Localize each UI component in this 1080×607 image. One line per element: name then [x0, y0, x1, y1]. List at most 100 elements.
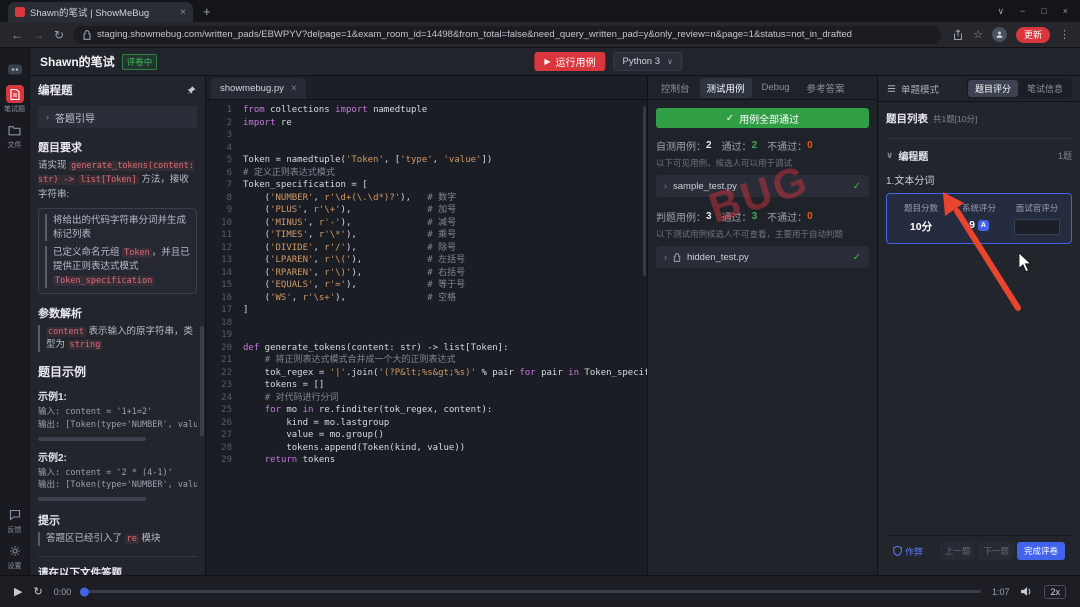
code-line[interactable]: 17]	[206, 304, 647, 317]
editor-tab[interactable]: showmebug.py ×	[211, 78, 306, 99]
playback-bar: ▶ ↻ 0:00 1:07 2x	[0, 575, 1080, 607]
code-line[interactable]: 22 tok_regex = '|'.join('(?P&lt;%s&gt;%s…	[206, 367, 647, 380]
tab-close-icon[interactable]: ×	[180, 7, 186, 18]
interviewer-score-label: 面试官评分	[1015, 203, 1059, 213]
rail-item-label: 反馈	[7, 527, 22, 534]
list-mode-icon	[887, 85, 896, 92]
question-name[interactable]: 1.文本分词	[886, 172, 1072, 187]
test-panel-tab[interactable]: 测试用例	[699, 77, 752, 98]
question-group-toggle[interactable]: ∨ 编程题 1题	[886, 138, 1072, 163]
minimize-button[interactable]: −	[1020, 6, 1025, 17]
next-question-button[interactable]: 下一题	[978, 542, 1014, 560]
code-line[interactable]: 20 def generate_tokens(content: str) -> l…	[206, 342, 647, 355]
test-panel-tab[interactable]: Debug	[755, 79, 797, 96]
code-line[interactable]: 23 tokens = []	[206, 379, 647, 392]
chevron-right-icon: ›	[664, 181, 667, 191]
code-line[interactable]: 7 Token_specification = [	[206, 179, 647, 192]
chrome-dropdown-icon[interactable]: ∨	[997, 6, 1004, 17]
horizontal-scrollbar[interactable]	[38, 497, 147, 502]
browser-tab[interactable]: Shawn的笔试 | ShowMeBug ×	[8, 2, 193, 22]
code-line[interactable]: 3	[206, 129, 647, 142]
play-button[interactable]: ▶	[14, 585, 22, 598]
horizontal-scrollbar[interactable]	[38, 436, 147, 441]
share-icon[interactable]	[952, 28, 964, 41]
grading-tab[interactable]: 题目评分	[967, 80, 1018, 97]
back-icon[interactable]: ←	[10, 28, 24, 42]
code-line[interactable]: 9 ('PLUS', r'\+'), # 加号	[206, 204, 647, 217]
scrollbar-thumb[interactable]	[643, 106, 646, 276]
code-line[interactable]: 11 ('TIMES', r'\*'), # 乘号	[206, 229, 647, 242]
code-line[interactable]: 8 ('NUMBER', r'\d+(\.\d*)?'), # 数字	[206, 192, 647, 205]
replay-icon[interactable]: ↻	[33, 585, 42, 598]
new-tab-button[interactable]: +	[203, 4, 211, 19]
rail-item-written-test[interactable]: 笔试题	[4, 85, 25, 114]
speed-button[interactable]: 2x	[1044, 584, 1066, 599]
playback-track[interactable]	[80, 587, 981, 596]
close-icon[interactable]: ×	[291, 83, 297, 94]
code-line[interactable]: 10 ('MINUS', r'-'), # 减号	[206, 217, 647, 230]
interviewer-score-input[interactable]	[1014, 219, 1060, 235]
playback-handle[interactable]	[80, 587, 90, 596]
browser-menu-icon[interactable]: ⋮	[1059, 28, 1070, 41]
code-body[interactable]: 1 from collections import namedtuple 2 impo…	[206, 100, 647, 575]
prev-question-button[interactable]: 上一题	[939, 542, 976, 560]
run-cases-button[interactable]: ▶ 运行用例	[534, 52, 606, 71]
code-line[interactable]: 29 return tokens	[206, 454, 647, 467]
rail-item-app-logo[interactable]	[4, 60, 25, 78]
bookmark-star-icon[interactable]: ☆	[973, 28, 983, 41]
divider	[38, 555, 197, 557]
code-line[interactable]: 13 ('LPAREN', r'\('), # 左括号	[206, 254, 647, 267]
left-rail: 笔试题文件 反馈设置	[0, 48, 30, 575]
browser-update-button[interactable]: 更新	[1015, 26, 1050, 43]
rail-item-settings[interactable]: 设置	[6, 542, 24, 571]
cheat-report-link[interactable]: 作弊	[893, 545, 923, 558]
scrollbar-thumb[interactable]	[200, 326, 204, 436]
line-number: 12	[221, 242, 232, 253]
code-line[interactable]: 27 value = mo.group()	[206, 429, 647, 442]
speaker-icon[interactable]	[1020, 586, 1033, 597]
rail-item-label: 笔试题	[4, 106, 25, 113]
code-line[interactable]: 6 # 定义正则表达式模式	[206, 167, 647, 180]
code-line[interactable]: 26 kind = mo.lastgroup	[206, 417, 647, 430]
finish-grading-button[interactable]: 完成评卷	[1016, 542, 1065, 560]
code-line[interactable]: 4	[206, 142, 647, 155]
rail-item-feedback[interactable]: 反馈	[6, 506, 24, 535]
written-test-icon	[5, 85, 24, 103]
code-line[interactable]: 12 ('DIVIDE', r'/'), # 除号	[206, 242, 647, 255]
forward-icon[interactable]: →	[31, 28, 45, 42]
check-icon: ✓	[852, 251, 861, 263]
avatar[interactable]	[991, 27, 1007, 42]
grading-tab[interactable]: 笔试信息	[1020, 80, 1070, 97]
test-panel-tab[interactable]: 参考答案	[800, 78, 852, 98]
code-line[interactable]: 2 import re	[206, 117, 647, 130]
code-line[interactable]: 15 ('EQUALS', r'='), # 等于号	[206, 279, 647, 292]
test-case-row[interactable]: › sample_test.py ✓	[656, 175, 869, 197]
lock-icon	[673, 252, 681, 262]
single-question-mode[interactable]: 单题模式	[886, 82, 939, 96]
inline-code: content	[46, 326, 86, 337]
code-line[interactable]: 25 for mo in re.finditer(tok_regex, cont…	[206, 404, 647, 417]
answer-guide-toggle[interactable]: › 答题引导	[38, 106, 197, 128]
language-select[interactable]: Python 3 ∨	[613, 52, 682, 71]
code-line[interactable]: 14 ('RPAREN', r'\)'), # 右括号	[206, 267, 647, 280]
code-line[interactable]: 24 # 对代码进行分词	[206, 392, 647, 405]
code-line[interactable]: 18	[206, 317, 647, 330]
question-panel: 编程题 › 答题引导 题目要求 请实现 generate_tokens(cont…	[30, 76, 206, 575]
stat-fail-count: 0	[807, 140, 813, 151]
test-panel-tab[interactable]: 控制台	[654, 78, 697, 98]
code-line[interactable]: 1 from collections import namedtuple	[206, 104, 647, 117]
code-line[interactable]: 21 # 将正则表达式模式合并成一个大的正则表达式	[206, 354, 647, 367]
rail-item-files[interactable]: 文件	[4, 121, 25, 150]
url-bar[interactable]: staging.showmebug.com/written_pads/EBWPY…	[73, 25, 942, 44]
close-button[interactable]: ×	[1063, 6, 1068, 17]
refresh-icon[interactable]: ↻	[52, 28, 66, 42]
code-line[interactable]: 5 Token = namedtuple('Token', ['type', 'v…	[206, 154, 647, 167]
code-line[interactable]: 19	[206, 329, 647, 342]
inline-code: Token	[122, 248, 152, 259]
pin-icon[interactable]	[186, 85, 197, 96]
case-stats: 自测用例： 2 通过： 2 不通过： 0	[656, 138, 869, 153]
maximize-button[interactable]: □	[1041, 6, 1046, 17]
code-line[interactable]: 28 tokens.append(Token(kind, value))	[206, 442, 647, 455]
test-case-row[interactable]: › hidden_test.py ✓	[656, 246, 869, 268]
code-line[interactable]: 16 ('WS', r'\s+'), # 空格	[206, 292, 647, 305]
